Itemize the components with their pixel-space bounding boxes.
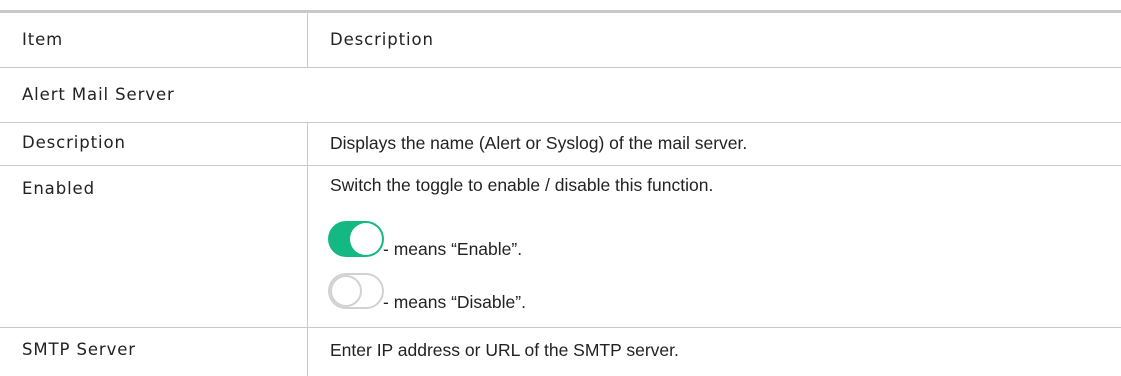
header-description-cell: Description: [308, 13, 1121, 67]
header-description-label: Description: [330, 30, 434, 49]
toggle-knob: [350, 223, 382, 255]
table-row: Description Displays the name (Alert or …: [0, 123, 1121, 166]
table-row: Enabled Switch the toggle to enable / di…: [0, 166, 1121, 328]
row-item-label: SMTP Server: [22, 340, 136, 359]
table-header-row: Item Description: [0, 13, 1121, 68]
row-item-label: Description: [22, 133, 126, 152]
row-description-text: Enter IP address or URL of the SMTP serv…: [330, 340, 679, 360]
section-title: Alert Mail Server: [22, 85, 175, 104]
toggle-off-caption: - means “Disable”.: [383, 292, 526, 312]
section-row: Alert Mail Server: [0, 68, 1121, 123]
row-description-cell: Switch the toggle to enable / disable th…: [308, 166, 1121, 327]
row-item-cell: Description: [0, 123, 308, 165]
header-item-label: Item: [22, 30, 64, 49]
table-row: SMTP Server Enter IP address or URL of t…: [0, 328, 1121, 376]
toggle-on-caption: - means “Enable”.: [383, 239, 523, 259]
row-item-cell: SMTP Server: [0, 328, 308, 376]
toggle-knob: [330, 275, 362, 307]
row-description-cell: Displays the name (Alert or Syslog) of t…: [308, 123, 1121, 165]
row-description-text: Switch the toggle to enable / disable th…: [330, 175, 714, 195]
header-item-cell: Item: [0, 13, 308, 67]
row-item-cell: Enabled: [0, 166, 308, 327]
row-description-cell: Enter IP address or URL of the SMTP serv…: [308, 328, 1121, 376]
row-description-text: Displays the name (Alert or Syslog) of t…: [330, 133, 748, 153]
toggle-on-icon: [328, 221, 384, 257]
row-item-label: Enabled: [22, 179, 95, 198]
toggle-off-icon: [328, 273, 384, 309]
